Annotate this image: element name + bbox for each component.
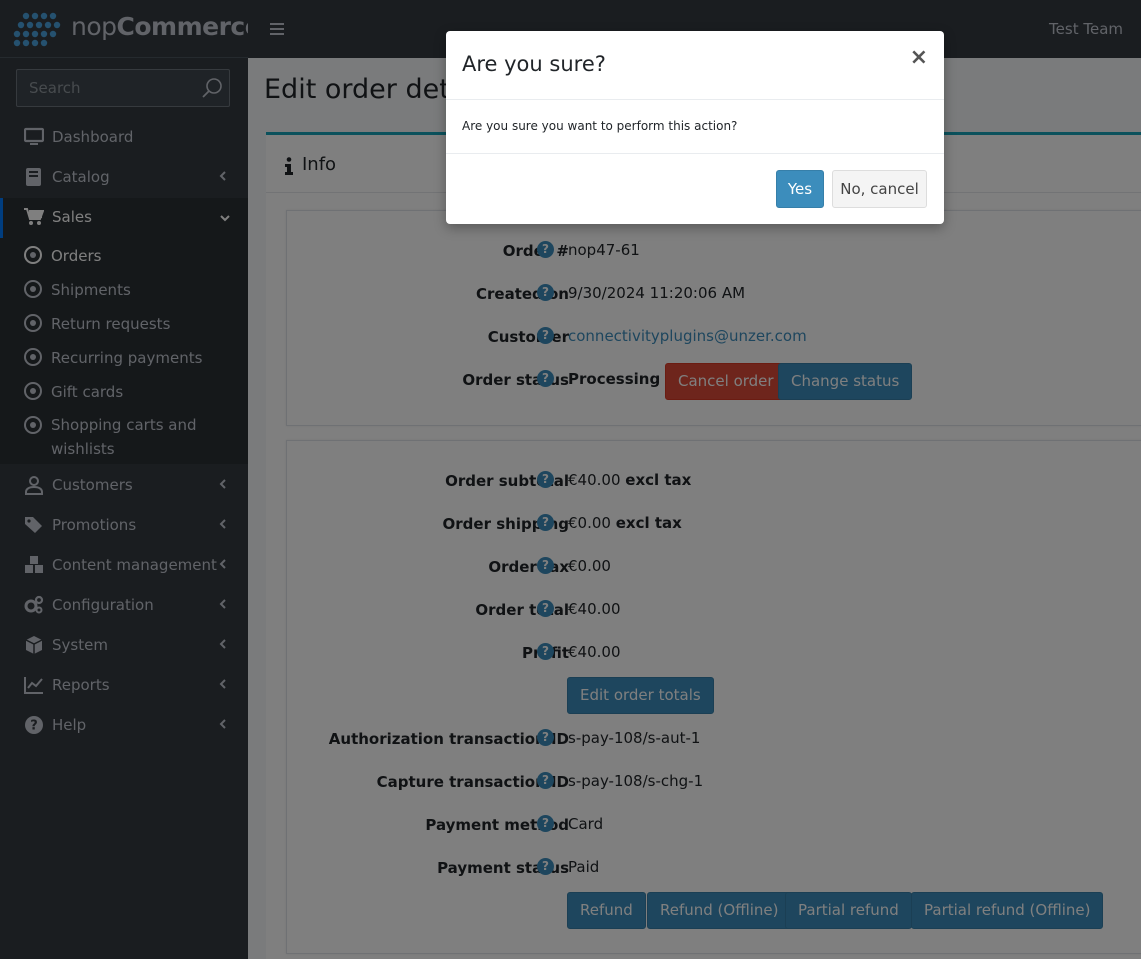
no-cancel-button[interactable]: No, cancel (832, 170, 927, 208)
confirm-dialog: Are you sure? × Are you sure you want to… (446, 31, 944, 224)
close-icon[interactable]: × (910, 47, 928, 69)
dialog-header: Are you sure? × (446, 31, 944, 100)
dialog-message: Are you sure you want to perform this ac… (462, 119, 738, 133)
dialog-title: Are you sure? (462, 52, 606, 76)
yes-button[interactable]: Yes (776, 170, 824, 208)
dialog-body: Are you sure you want to perform this ac… (446, 100, 944, 154)
